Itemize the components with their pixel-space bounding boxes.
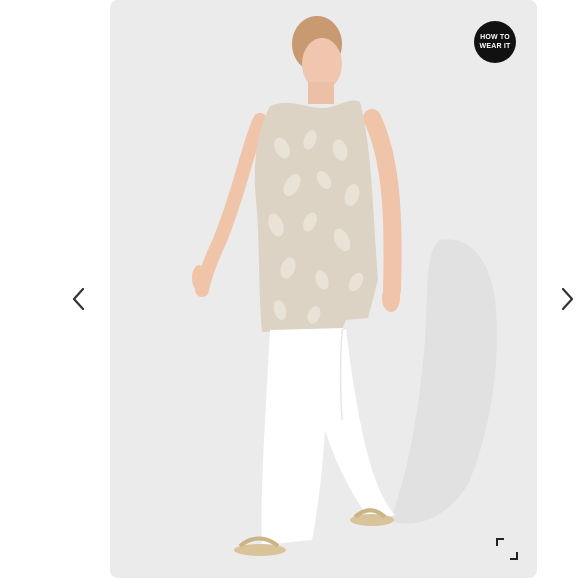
chevron-left-icon [72, 287, 85, 311]
product-image[interactable]: HOW TO WEAR IT [110, 0, 537, 578]
model-photo [192, 16, 498, 556]
badge-line-2: WEAR IT [479, 43, 511, 50]
expand-image-button[interactable] [494, 536, 520, 562]
chevron-right-icon [561, 287, 574, 311]
how-to-wear-it-badge[interactable]: HOW TO WEAR IT [474, 21, 516, 63]
badge-line-1: HOW TO [480, 34, 510, 41]
next-image-button[interactable] [553, 282, 580, 316]
expand-icon [496, 538, 518, 560]
previous-image-button[interactable] [65, 282, 93, 316]
